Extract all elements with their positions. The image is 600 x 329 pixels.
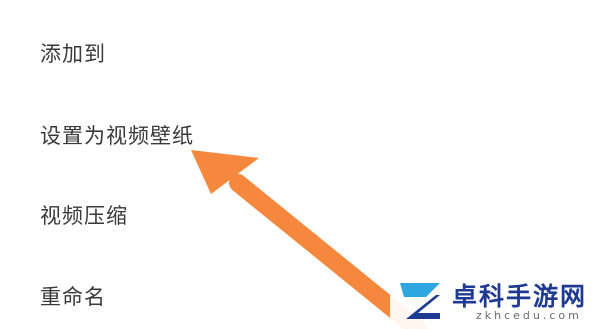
watermark-url: zkhcedu.com — [476, 309, 582, 322]
menu-item-video-compress[interactable]: 视频压缩 — [40, 200, 128, 230]
watermark-logo-icon — [400, 283, 440, 319]
watermark-title: 卓科手游网 — [452, 282, 588, 311]
menu-item-set-video-wallpaper[interactable]: 设置为视频壁纸 — [40, 120, 194, 150]
watermark: 卓科手游网 zkhcedu.com — [390, 271, 600, 329]
menu-item-add-to[interactable]: 添加到 — [40, 38, 106, 68]
menu-item-rename[interactable]: 重命名 — [40, 281, 106, 311]
